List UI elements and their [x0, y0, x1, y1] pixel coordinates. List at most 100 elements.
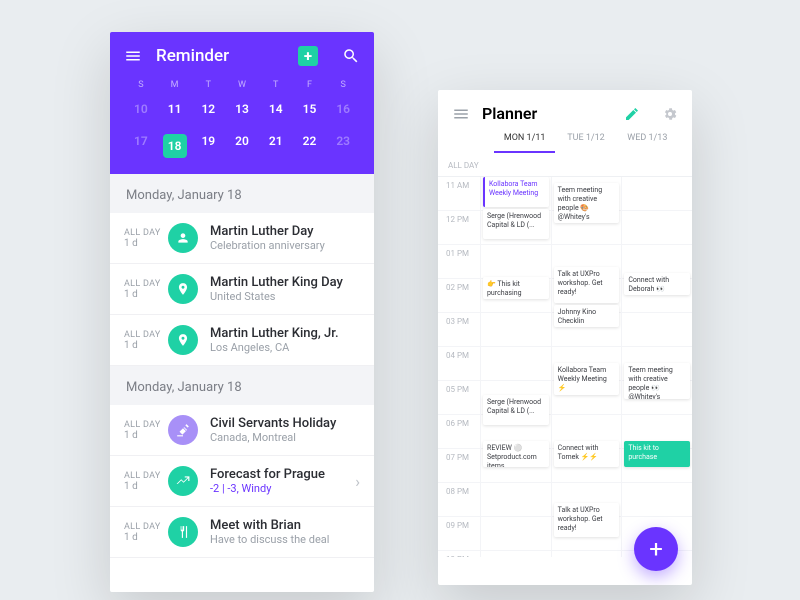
planner-card[interactable]: Johnny Kino Checklin	[554, 305, 620, 327]
event-title: Martin Luther Day	[210, 224, 325, 239]
event-title: Martin Luther King Day	[210, 275, 343, 290]
planner-card[interactable]: REVIEW ⚪ Setproduct.com items	[483, 441, 549, 467]
weekday-label: T	[259, 80, 293, 90]
person-icon	[168, 223, 198, 253]
date-tabs: MON 1/11TUE 1/12WED 1/13	[452, 133, 678, 153]
date-tab[interactable]: TUE 1/12	[555, 133, 616, 153]
planner-card[interactable]: 👉 This kit purchasing	[483, 277, 549, 299]
menu-icon[interactable]	[124, 47, 142, 65]
event-duration: 1 d	[124, 340, 168, 351]
planner-card[interactable]: Serge (Hrenwood Capital & LD (...	[483, 395, 549, 425]
search-icon[interactable]	[342, 47, 360, 65]
calendar-header: Reminder + SMTWTFS 101112131415161718192…	[110, 32, 374, 174]
calendar-day[interactable]: 14	[259, 96, 293, 122]
hour-label: 06 PM	[438, 415, 480, 448]
event-item[interactable]: ALL DAY1 d Forecast for Prague-2 | -3, W…	[110, 456, 374, 507]
event-title: Civil Servants Holiday	[210, 416, 336, 431]
allday-label: ALL DAY	[438, 153, 692, 177]
event-duration: 1 d	[124, 430, 168, 441]
add-button[interactable]: +	[298, 46, 318, 66]
pin-icon	[168, 325, 198, 355]
weekday-label: S	[326, 80, 360, 90]
event-item[interactable]: ALL DAY1 d Civil Servants HolidayCanada,…	[110, 405, 374, 456]
app-title: Planner	[482, 104, 612, 123]
planner-card[interactable]: Connect with Tomek ⚡⚡	[554, 441, 620, 467]
date-tab[interactable]: MON 1/11	[494, 133, 555, 153]
planner-card[interactable]: Talk at UXPro workshop. Get ready!	[554, 267, 620, 303]
hour-label: 11 AM	[438, 177, 480, 210]
hour-label: 05 PM	[438, 381, 480, 414]
planner-card[interactable]: Connect with Deborah 👀	[624, 273, 690, 295]
event-subtitle: Have to discuss the deal	[210, 533, 329, 546]
section-title: Monday, January 18	[110, 366, 374, 405]
event-badge: ALL DAY	[124, 330, 168, 340]
weekday-label: F	[293, 80, 327, 90]
calendar-grid: 10111213141516 17181920212223	[124, 96, 360, 164]
event-duration: 1 d	[124, 289, 168, 300]
food-icon	[168, 517, 198, 547]
hour-label: 07 PM	[438, 449, 480, 482]
event-item[interactable]: ALL DAY1 d Meet with BrianHave to discus…	[110, 507, 374, 558]
planner-header: Planner MON 1/11TUE 1/12WED 1/13	[438, 90, 692, 153]
edit-icon[interactable]	[624, 106, 640, 122]
hour-label: 01 PM	[438, 245, 480, 278]
calendar-day[interactable]: 18	[158, 128, 192, 164]
planner-card[interactable]: Kollabora Team Weekly Meeting	[483, 177, 549, 207]
planner-card[interactable]: Teem meeting with creative people 🎨 @Whi…	[554, 183, 620, 223]
calendar-day[interactable]: 17	[124, 128, 158, 164]
planner-grid: 11 AM12 PM01 PM02 PM03 PM04 PM05 PM06 PM…	[438, 177, 692, 557]
hour-label: 03 PM	[438, 313, 480, 346]
reminder-app: Reminder + SMTWTFS 101112131415161718192…	[110, 32, 374, 592]
calendar-day[interactable]: 16	[326, 96, 360, 122]
calendar-day[interactable]: 19	[191, 128, 225, 164]
trend-icon	[168, 466, 198, 496]
date-tab[interactable]: WED 1/13	[617, 133, 678, 153]
hour-label: 04 PM	[438, 347, 480, 380]
event-subtitle: United States	[210, 290, 343, 303]
hour-label: 08 PM	[438, 483, 480, 516]
event-item[interactable]: ALL DAY1 d Martin Luther King, Jr.Los An…	[110, 315, 374, 366]
weekday-label: W	[225, 80, 259, 90]
calendar-day[interactable]: 23	[326, 128, 360, 164]
menu-icon[interactable]	[452, 105, 470, 123]
planner-card[interactable]: Talk at UXPro workshop. Get ready!	[554, 503, 620, 537]
planner-card[interactable]: Teem meeting with creative people 👀 @Whi…	[624, 363, 690, 399]
event-badge: ALL DAY	[124, 420, 168, 430]
event-badge: ALL DAY	[124, 279, 168, 289]
hour-label: 12 PM	[438, 211, 480, 244]
event-badge: ALL DAY	[124, 522, 168, 532]
event-title: Meet with Brian	[210, 518, 329, 533]
planner-app: Planner MON 1/11TUE 1/12WED 1/13 ALL DAY…	[438, 90, 692, 585]
calendar-day[interactable]: 15	[293, 96, 327, 122]
event-duration: 1 d	[124, 238, 168, 249]
event-subtitle: Celebration anniversary	[210, 239, 325, 252]
pin-icon	[168, 274, 198, 304]
calendar-day[interactable]: 10	[124, 96, 158, 122]
weekday-label: S	[124, 80, 158, 90]
calendar-day[interactable]: 21	[259, 128, 293, 164]
fab-add-button[interactable]: +	[634, 527, 678, 571]
chevron-right-icon: ›	[355, 472, 360, 491]
event-badge: ALL DAY	[124, 228, 168, 238]
settings-icon[interactable]	[662, 106, 678, 122]
calendar-day[interactable]: 20	[225, 128, 259, 164]
calendar-day[interactable]: 12	[191, 96, 225, 122]
calendar-day[interactable]: 11	[158, 96, 192, 122]
calendar-day[interactable]: 22	[293, 128, 327, 164]
hour-label: 09 PM	[438, 517, 480, 550]
event-item[interactable]: ALL DAY1 d Martin Luther DayCelebration …	[110, 213, 374, 264]
event-subtitle: -2 | -3, Windy	[210, 482, 325, 495]
calendar-day[interactable]: 13	[225, 96, 259, 122]
planner-card[interactable]: Serge (Hrenwood Capital & LD (...	[483, 209, 549, 239]
event-item[interactable]: ALL DAY1 d Martin Luther King DayUnited …	[110, 264, 374, 315]
event-title: Martin Luther King, Jr.	[210, 326, 339, 341]
planner-card[interactable]: This kit to purchase	[624, 441, 690, 467]
section-title: Monday, January 18	[110, 174, 374, 213]
event-badge: ALL DAY	[124, 471, 168, 481]
event-title: Forecast for Prague	[210, 467, 325, 482]
weekday-label: T	[191, 80, 225, 90]
event-subtitle: Los Angeles, CA	[210, 341, 339, 354]
hour-label: 10 PM	[438, 551, 480, 557]
planner-card[interactable]: Kollabora Team Weekly Meeting ⚡	[554, 363, 620, 395]
gavel-icon	[168, 415, 198, 445]
